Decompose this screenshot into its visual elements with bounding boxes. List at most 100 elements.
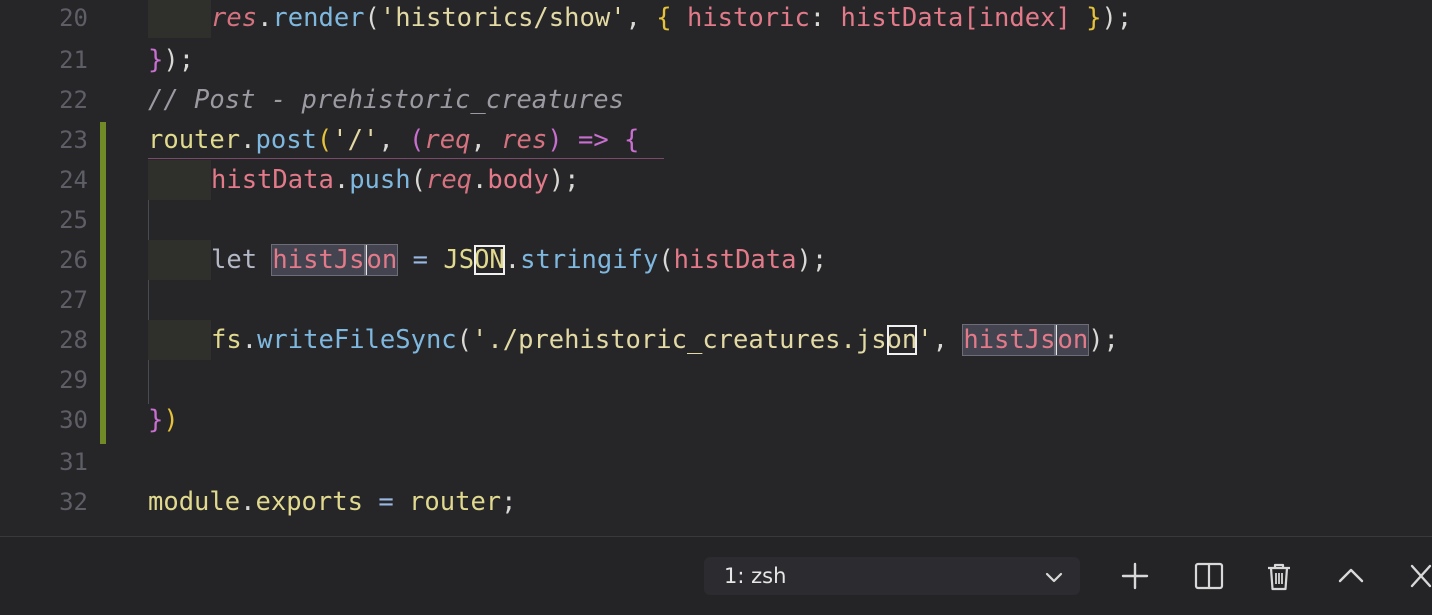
code-line[interactable]: 25 xyxy=(0,200,1432,240)
code-token: ); xyxy=(163,45,195,75)
code-token: histJs xyxy=(271,244,366,276)
code-token: historic xyxy=(671,3,810,33)
split-terminal-button[interactable] xyxy=(1192,559,1226,593)
line-number: 23 xyxy=(59,126,88,154)
code-line[interactable]: 26 let histJson = JSON.stringify(histData… xyxy=(0,240,1432,280)
plus-icon xyxy=(1121,562,1149,590)
code-token: } xyxy=(1086,3,1102,33)
code-token: ); xyxy=(548,165,580,195)
code-token: render xyxy=(272,3,365,33)
code-token: { xyxy=(656,3,672,33)
code-token: JS xyxy=(443,245,475,275)
line-number: 20 xyxy=(59,4,88,32)
line-number: 32 xyxy=(59,488,88,516)
code-token: stringify xyxy=(520,245,659,275)
code-token: . xyxy=(240,125,256,155)
kill-terminal-button[interactable] xyxy=(1262,559,1296,593)
code-token: histData xyxy=(840,3,964,33)
indent-whitespace xyxy=(148,0,211,38)
code-token: req xyxy=(424,125,471,155)
new-terminal-button[interactable] xyxy=(1118,559,1152,593)
code-token: exports xyxy=(255,487,363,517)
code-token: , xyxy=(378,125,410,155)
code-token: post xyxy=(255,125,317,155)
code-line[interactable]: 32 module.exports = router; xyxy=(0,482,1432,522)
code-text: fs.writeFileSync('./prehistoric_creature… xyxy=(148,320,1119,360)
code-text xyxy=(148,280,211,320)
code-token: ON xyxy=(474,245,505,275)
code-token: ( xyxy=(658,245,674,275)
code-text: }); xyxy=(148,40,194,80)
code-token: on xyxy=(886,325,918,355)
code-token: histData xyxy=(211,165,334,195)
code-token: histJs xyxy=(962,324,1057,356)
code-editor[interactable]: 20 res.render('historics/show', { histori… xyxy=(0,0,1432,536)
code-token: , xyxy=(625,3,657,33)
code-token: body xyxy=(487,165,549,195)
line-number: 21 xyxy=(59,46,88,74)
code-token: on xyxy=(363,244,399,276)
close-panel-button[interactable] xyxy=(1404,559,1432,593)
code-line[interactable]: 28 fs.writeFileSync('./prehistoric_creatu… xyxy=(0,320,1432,360)
indent-whitespace xyxy=(148,240,211,280)
code-token: } xyxy=(148,45,164,75)
code-token: ); xyxy=(1101,3,1133,33)
code-text xyxy=(148,360,211,400)
code-token: { xyxy=(624,125,640,155)
code-token: ) xyxy=(547,125,563,155)
code-token: . xyxy=(504,245,521,275)
code-text xyxy=(148,200,211,240)
line-number: 27 xyxy=(59,286,88,314)
chevron-down-icon xyxy=(1045,572,1063,583)
line-number: 25 xyxy=(59,206,88,234)
terminal-panel-toolbar: 1: zsh xyxy=(0,536,1432,615)
split-pane-icon xyxy=(1194,562,1224,590)
close-icon xyxy=(1410,564,1432,588)
terminal-selector-dropdown[interactable]: 1: zsh xyxy=(704,557,1080,595)
code-token: histData xyxy=(673,245,797,275)
chevron-up-icon xyxy=(1338,568,1364,583)
code-token: ' xyxy=(917,325,933,355)
code-text: router.post('/', (req, res) => { xyxy=(148,120,639,160)
code-text: module.exports = router; xyxy=(148,482,517,522)
code-line[interactable]: 21}); xyxy=(0,40,1432,80)
code-text: }) xyxy=(148,400,179,440)
indent-whitespace xyxy=(148,320,211,360)
line-number: 30 xyxy=(59,406,88,434)
code-line[interactable]: 24 histData.push(req.body); xyxy=(0,160,1432,200)
code-line[interactable]: 30}) xyxy=(0,400,1432,440)
code-token: module xyxy=(148,487,241,517)
code-token: router xyxy=(148,125,241,155)
code-token: req xyxy=(425,165,473,195)
code-token: writeFileSync xyxy=(257,325,457,355)
code-token: res xyxy=(501,125,548,155)
maximize-panel-button[interactable] xyxy=(1334,559,1368,593)
code-token: => xyxy=(577,125,609,155)
code-token: = xyxy=(412,245,428,275)
code-line[interactable]: 29 xyxy=(0,360,1432,400)
terminal-selector-label: 1: zsh xyxy=(724,564,787,588)
code-line[interactable]: 27 xyxy=(0,280,1432,320)
code-line[interactable]: 22 // Post - prehistoric_creatures xyxy=(0,80,1432,120)
code-text: let histJson = JSON.stringify(histData); xyxy=(148,240,827,280)
code-line[interactable]: 23 router.post('/', (req, res) => { xyxy=(0,120,1432,160)
code-line[interactable]: 20 res.render('historics/show', { histori… xyxy=(0,0,1432,38)
code-token: . xyxy=(257,3,273,33)
code-token: ); xyxy=(796,245,828,275)
code-line[interactable]: 31 xyxy=(0,442,1432,482)
code-token: router xyxy=(409,487,502,517)
line-number: 29 xyxy=(59,366,88,394)
code-token: ( xyxy=(316,125,333,155)
code-token: . xyxy=(472,165,488,195)
code-token: , xyxy=(470,125,502,155)
code-token: ) xyxy=(163,405,179,435)
line-number: 26 xyxy=(59,246,88,274)
